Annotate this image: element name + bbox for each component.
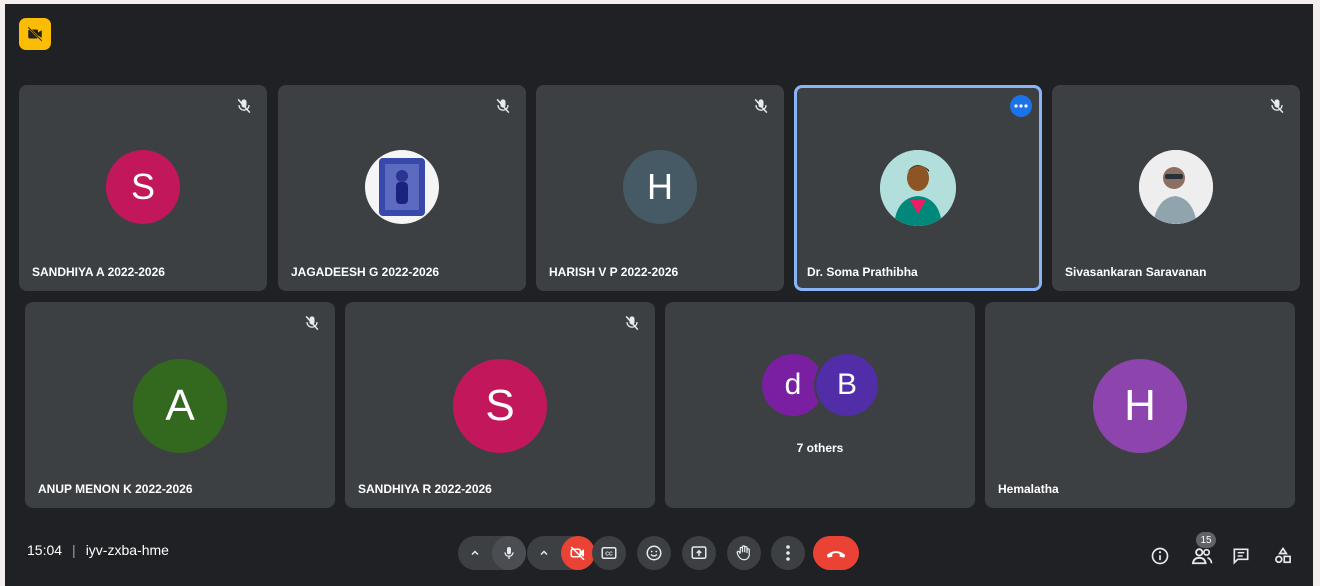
participant-tile[interactable]: S SANDHIYA A 2022-2026 — [19, 85, 267, 291]
participant-name: SANDHIYA A 2022-2026 — [32, 265, 165, 279]
mic-off-icon — [625, 315, 639, 331]
participant-name: JAGADEESH G 2022-2026 — [291, 265, 440, 279]
video-off-icon — [570, 546, 585, 561]
others-count-label: 7 others — [796, 441, 844, 455]
emoji-icon — [646, 545, 662, 561]
mic-icon — [504, 547, 514, 559]
chat-button[interactable] — [1229, 544, 1253, 568]
participant-name: Hemalatha — [998, 482, 1059, 496]
present-button[interactable] — [682, 536, 716, 570]
chat-icon — [1233, 548, 1249, 565]
meeting-code: iyv-zxba-hme — [85, 542, 169, 558]
info-icon — [1151, 547, 1169, 565]
people-button[interactable]: 15 — [1190, 532, 1216, 568]
svg-text:CC: CC — [605, 552, 613, 558]
avatar: H — [623, 150, 697, 224]
mic-off-icon — [754, 98, 768, 114]
phone-hangup-icon — [826, 551, 846, 558]
activities-shapes-icon — [1275, 546, 1291, 564]
participant-tile[interactable]: H HARISH V P 2022-2026 — [536, 85, 784, 291]
more-vert-icon — [786, 545, 790, 561]
reactions-button[interactable] — [637, 536, 671, 570]
avatar: B — [816, 354, 878, 416]
camera-options-chevron-icon[interactable] — [533, 542, 555, 564]
mic-off-icon — [496, 98, 510, 114]
avatar: H — [1093, 359, 1187, 453]
more-options-button[interactable] — [771, 536, 805, 570]
avatar: A — [133, 359, 227, 453]
avatar: S — [453, 359, 547, 453]
camera-off-button[interactable] — [561, 536, 595, 570]
leave-call-button[interactable] — [813, 536, 859, 570]
meeting-details-button[interactable] — [1148, 544, 1172, 568]
participant-tile[interactable]: H Hemalatha — [985, 302, 1295, 508]
camera-control — [527, 536, 595, 570]
participant-tile[interactable]: Sivasankaran Saravanan — [1052, 85, 1300, 291]
participant-name: Sivasankaran Saravanan — [1065, 265, 1207, 279]
mic-off-icon — [305, 315, 319, 331]
participant-name: SANDHIYA R 2022-2026 — [358, 482, 492, 496]
avatar: d — [762, 354, 824, 416]
participant-count-badge: 15 — [1196, 532, 1216, 548]
participant-tile[interactable]: S SANDHIYA R 2022-2026 — [345, 302, 655, 508]
participant-tile[interactable]: JAGADEESH G 2022-2026 — [278, 85, 526, 291]
participant-name: ANUP MENON K 2022-2026 — [38, 482, 193, 496]
closed-captions-icon: CC — [601, 547, 617, 559]
captions-button[interactable]: CC — [592, 536, 626, 570]
meeting-details: 15:04 | iyv-zxba-hme — [27, 542, 169, 558]
others-tile[interactable]: d B 7 others — [665, 302, 975, 508]
mic-control — [458, 536, 526, 570]
mic-button[interactable] — [492, 536, 526, 570]
hand-icon — [736, 545, 750, 561]
participant-name: Dr. Soma Prathibha — [807, 265, 918, 279]
control-bar: 15:04 | iyv-zxba-hme CC 15 — [5, 526, 1313, 586]
participant-tile-active[interactable]: Dr. Soma Prathibha — [794, 85, 1042, 291]
raise-hand-button[interactable] — [727, 536, 761, 570]
participant-name: HARISH V P 2022-2026 — [549, 265, 679, 279]
mic-off-icon — [1270, 98, 1284, 114]
avatar: S — [106, 150, 180, 224]
present-screen-icon — [691, 546, 707, 559]
avatar-photo — [365, 150, 439, 224]
mic-options-chevron-icon[interactable] — [464, 542, 486, 564]
more-options-icon[interactable] — [1010, 95, 1032, 117]
participant-tile[interactable]: A ANUP MENON K 2022-2026 — [25, 302, 335, 508]
mic-off-icon — [237, 98, 251, 114]
clock-time: 15:04 — [27, 542, 63, 558]
video-off-badge[interactable] — [19, 18, 51, 50]
people-icon — [1191, 548, 1213, 565]
avatar-photo — [880, 150, 956, 226]
avatar-photo — [1139, 150, 1213, 224]
activities-button[interactable] — [1271, 544, 1295, 568]
video-off-badge-icon — [27, 26, 43, 42]
separator: | — [72, 542, 76, 558]
meet-window: S SANDHIYA A 2022-2026 JAGADEESH G 2022-… — [5, 4, 1313, 586]
